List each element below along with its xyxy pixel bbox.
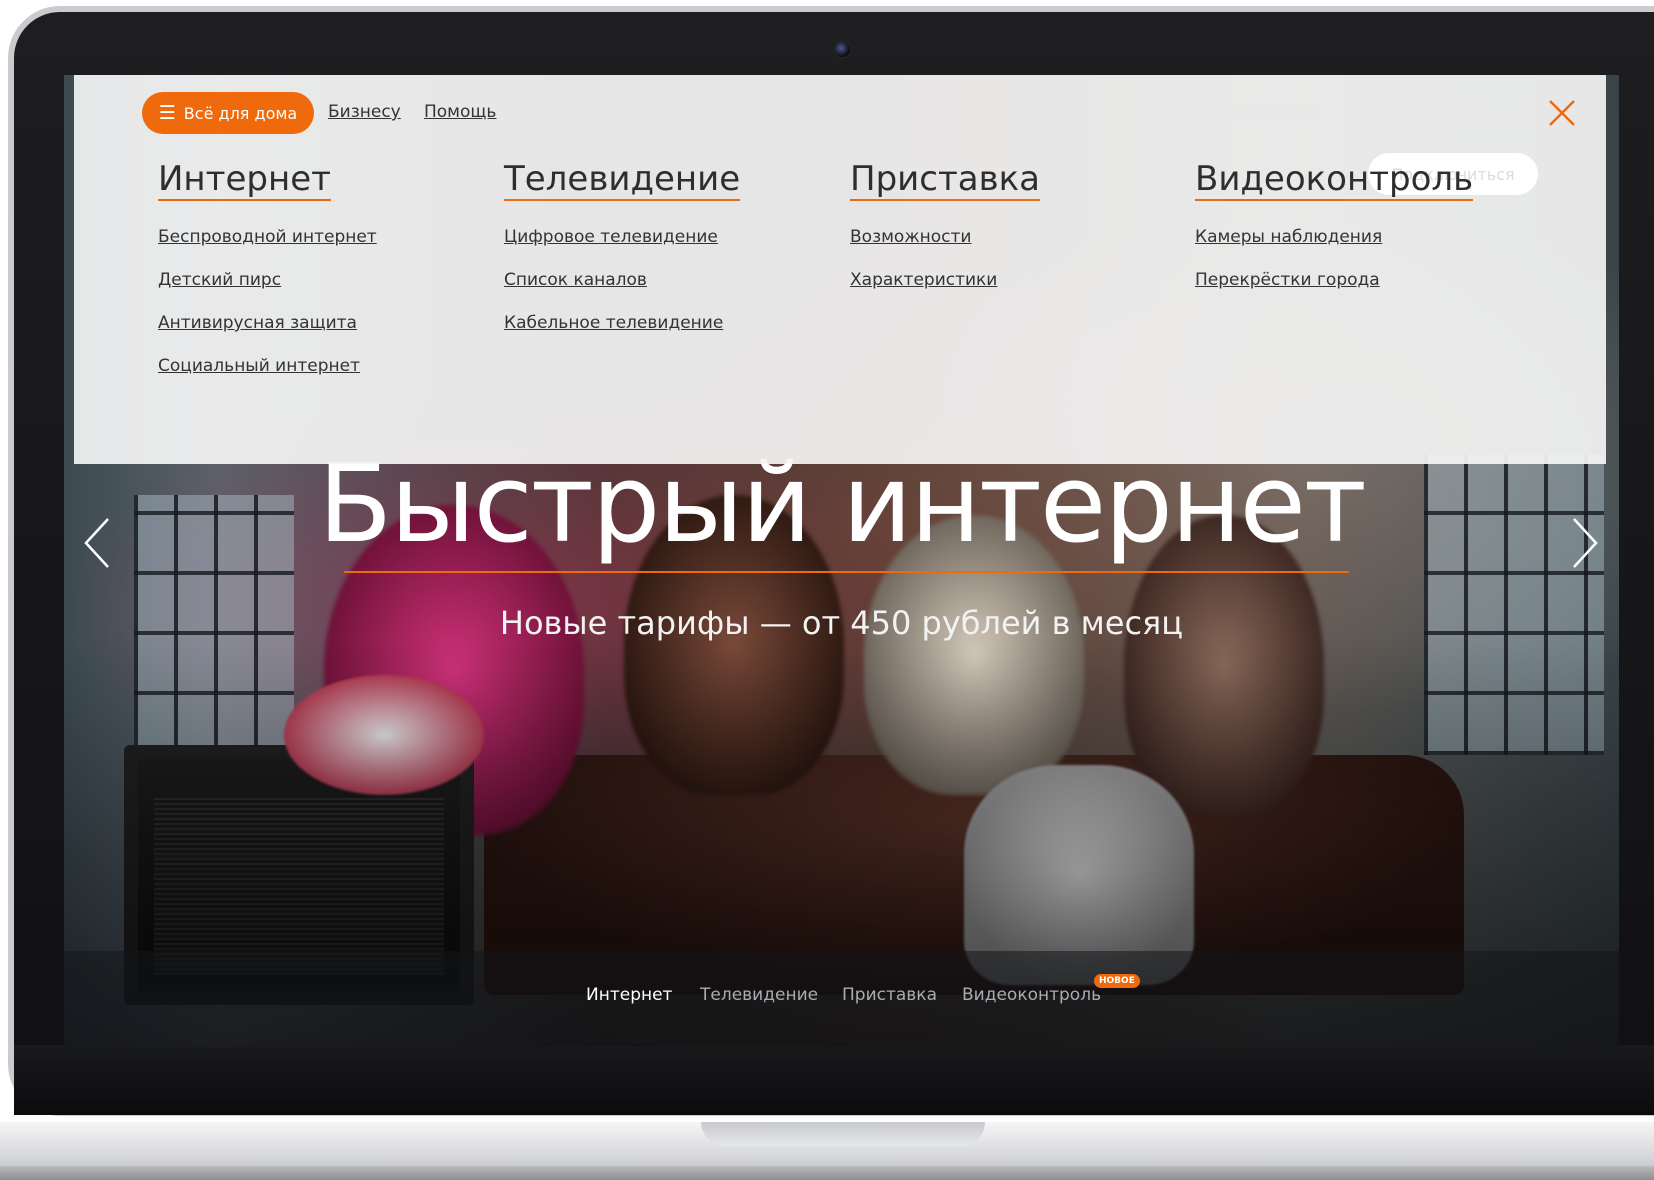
laptop-bezel-bottom — [14, 1045, 1654, 1115]
menu-link[interactable]: Антивирусная защита — [158, 313, 377, 334]
carousel-prev-arrow-icon[interactable] — [78, 513, 118, 573]
tab-settopbox[interactable]: Приставка — [842, 985, 937, 1005]
menu-heading-television[interactable]: Телевидение — [504, 159, 741, 201]
all-for-home-label: Всё для дома — [183, 103, 298, 123]
menu-link[interactable]: Возможности — [850, 227, 1040, 248]
tab-videocontrol[interactable]: Видеоконтроль — [962, 985, 1101, 1005]
menu-heading-videocontrol[interactable]: Видеоконтроль — [1195, 159, 1474, 201]
camera-icon — [833, 40, 852, 59]
menu-heading-settopbox[interactable]: Приставка — [850, 159, 1040, 201]
mega-menu: ☰ Всё для дома Бизнесу Помощь Подключить… — [74, 75, 1606, 464]
hero-subtitle: Новые тарифы — от 450 рублей в месяц — [499, 604, 1184, 642]
menu-link[interactable]: Беспроводной интернет — [158, 227, 377, 248]
new-badge: НОВОЕ — [1094, 974, 1140, 988]
menu-column-videocontrol: Видеоконтроль Камеры наблюдения Перекрёс… — [1195, 159, 1474, 313]
carousel-next-arrow-icon[interactable] — [1564, 513, 1604, 573]
phone-number: 209 00 00 — [1347, 102, 1434, 122]
tab-television[interactable]: Телевидение — [700, 985, 818, 1005]
hamburger-icon: ☰ — [158, 102, 176, 124]
menu-link[interactable]: Перекрёстки города — [1195, 270, 1473, 291]
hero-underline — [344, 571, 1349, 573]
menu-link[interactable]: Камеры наблюдения — [1195, 227, 1473, 248]
menu-heading-internet[interactable]: Интернет — [158, 159, 331, 201]
menu-column-internet: Интернет Беспроводной интернет Детский п… — [158, 159, 377, 399]
menu-column-settopbox: Приставка Возможности Характеристики — [850, 159, 1040, 313]
close-icon[interactable] — [1546, 97, 1578, 129]
laptop-notch — [701, 1122, 985, 1146]
menu-link[interactable]: Цифровое телевидение — [504, 227, 740, 248]
tab-internet[interactable]: Интернет — [586, 985, 672, 1005]
screen: Быстрый интернет Новые тарифы — от 450 р… — [64, 75, 1619, 1047]
city-link[interactable]: Новосибирск — [1204, 102, 1320, 122]
menu-link[interactable]: Детский пирс — [158, 270, 377, 291]
laptop-base-edge — [0, 1166, 1654, 1180]
menu-column-television: Телевидение Цифровое телевидение Список … — [504, 159, 741, 356]
business-link[interactable]: Бизнесу — [328, 102, 401, 122]
menu-link[interactable]: Социальный интернет — [158, 356, 377, 377]
help-link[interactable]: Помощь — [424, 102, 496, 122]
menu-link[interactable]: Характеристики — [850, 270, 1040, 291]
all-for-home-button[interactable]: ☰ Всё для дома — [142, 92, 314, 134]
menu-link[interactable]: Кабельное телевидение — [504, 313, 740, 334]
cabinet-link[interactable]: Кабинет — [1457, 102, 1533, 122]
menu-link[interactable]: Список каналов — [504, 270, 740, 291]
